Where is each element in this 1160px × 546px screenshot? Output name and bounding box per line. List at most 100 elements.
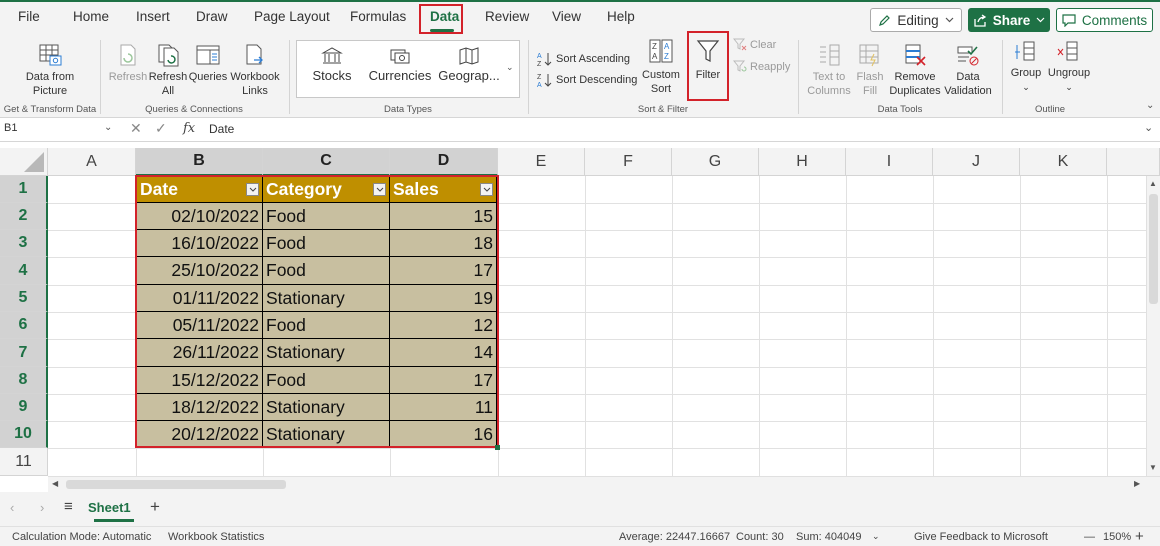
sheet-tab-sheet1[interactable]: Sheet1 — [88, 500, 131, 515]
row-header-8[interactable]: 8 — [0, 367, 48, 394]
row-header-3[interactable]: 3 — [0, 230, 48, 257]
tab-page-layout[interactable]: Page Layout — [254, 9, 330, 24]
table-header-date[interactable]: Date — [137, 176, 263, 203]
remove-duplicates-button[interactable]: Remove Duplicates — [888, 42, 942, 98]
text-to-columns-button[interactable]: Text to Columns — [806, 42, 852, 98]
reapply-button[interactable]: Reapply — [733, 60, 790, 73]
worksheet-grid[interactable]: A B C D E F G H I J K 1 2 3 4 5 6 7 8 9 … — [0, 148, 1160, 476]
table-cell-sales[interactable]: 18 — [390, 230, 497, 257]
column-header-k[interactable]: K — [1020, 148, 1107, 176]
column-header-e[interactable]: E — [498, 148, 585, 176]
row-header-6[interactable]: 6 — [0, 312, 48, 339]
table-cell-sales[interactable]: 11 — [390, 394, 497, 421]
table-cell-date[interactable]: 18/12/2022 — [137, 394, 263, 421]
comments-button[interactable]: Comments — [1056, 8, 1153, 32]
tab-draw[interactable]: Draw — [196, 9, 228, 24]
table-cell-category[interactable]: Food — [263, 257, 390, 285]
column-header-i[interactable]: I — [846, 148, 933, 176]
formula-input[interactable]: Date — [209, 122, 234, 136]
tab-insert[interactable]: Insert — [136, 9, 170, 24]
row-header-1[interactable]: 1 — [0, 176, 48, 203]
ungroup-button[interactable]: Ungroup ⌄ — [1046, 40, 1092, 94]
data-validation-button[interactable]: Data Validation — [942, 42, 994, 98]
workbook-statistics[interactable]: Workbook Statistics — [168, 531, 264, 543]
currencies-button[interactable]: Currencies — [368, 46, 432, 84]
table-cell-category[interactable]: Stationary — [263, 421, 390, 448]
table-cell-sales[interactable]: 12 — [390, 312, 497, 339]
next-sheet-icon[interactable]: › — [40, 500, 44, 515]
table-cell-date[interactable]: 16/10/2022 — [137, 230, 263, 257]
group-button[interactable]: Group ⌄ — [1008, 40, 1044, 94]
filter-dropdown-icon[interactable] — [480, 183, 493, 196]
table-cell-sales[interactable]: 15 — [390, 203, 497, 230]
zoom-out-icon[interactable]: — — [1084, 531, 1095, 543]
tab-formulas[interactable]: Formulas — [350, 9, 406, 24]
name-box[interactable]: B1 — [4, 122, 17, 134]
table-cell-sales[interactable]: 16 — [390, 421, 497, 448]
column-header-d[interactable]: D — [390, 148, 498, 176]
table-cell-sales[interactable]: 17 — [390, 367, 497, 394]
sort-descending-button[interactable]: ZA Sort Descending — [537, 72, 637, 88]
tab-review[interactable]: Review — [485, 9, 529, 24]
calculation-mode[interactable]: Calculation Mode: Automatic — [12, 531, 151, 543]
tab-view[interactable]: View — [552, 9, 581, 24]
clear-filter-button[interactable]: Clear — [733, 38, 776, 51]
workbook-links-button[interactable]: Workbook Links — [228, 42, 282, 98]
row-header-7[interactable]: 7 — [0, 339, 48, 367]
table-cell-date[interactable]: 05/11/2022 — [137, 312, 263, 339]
fill-handle[interactable] — [495, 445, 500, 450]
table-cell-sales[interactable]: 19 — [390, 285, 497, 312]
row-header-9[interactable]: 9 — [0, 394, 48, 421]
column-header-g[interactable]: G — [672, 148, 759, 176]
flash-fill-button[interactable]: Flash Fill — [854, 42, 886, 98]
table-cell-date[interactable]: 02/10/2022 — [137, 203, 263, 230]
zoom-in-icon[interactable]: + — [1135, 528, 1144, 545]
refresh-all-button[interactable]: Refresh All — [148, 42, 188, 98]
row-header-4[interactable]: 4 — [0, 257, 48, 285]
scroll-up-icon[interactable]: ▲ — [1149, 179, 1157, 188]
all-sheets-menu-icon[interactable]: ≡ — [64, 498, 73, 515]
horizontal-scroll-thumb[interactable] — [66, 480, 286, 489]
filter-dropdown-icon[interactable] — [373, 183, 386, 196]
geography-button[interactable]: Geograp... — [436, 46, 502, 84]
table-cell-date[interactable]: 01/11/2022 — [137, 285, 263, 312]
select-all-corner[interactable] — [0, 148, 48, 176]
table-cell-category[interactable]: Stationary — [263, 339, 390, 367]
zoom-level[interactable]: 150% — [1103, 531, 1131, 543]
table-cell-date[interactable]: 20/12/2022 — [137, 421, 263, 448]
table-header-category[interactable]: Category — [263, 176, 390, 203]
table-cell-date[interactable]: 26/11/2022 — [137, 339, 263, 367]
table-cell-category[interactable]: Stationary — [263, 394, 390, 421]
table-cell-date[interactable]: 15/12/2022 — [137, 367, 263, 394]
chevron-down-icon[interactable]: ⌄ — [104, 122, 112, 133]
table-cell-category[interactable]: Stationary — [263, 285, 390, 312]
row-header-11[interactable]: 11 — [0, 448, 48, 476]
column-header-f[interactable]: F — [585, 148, 672, 176]
add-sheet-icon[interactable]: + — [150, 497, 160, 517]
column-header-h[interactable]: H — [759, 148, 846, 176]
row-header-10[interactable]: 10 — [0, 421, 48, 448]
tab-file[interactable]: File — [18, 9, 40, 24]
share-button[interactable]: Share — [968, 8, 1050, 32]
scroll-left-icon[interactable]: ◀ — [52, 479, 58, 488]
queries-button[interactable]: Queries — [188, 42, 228, 84]
table-cell-sales[interactable]: 17 — [390, 257, 497, 285]
scroll-down-icon[interactable]: ▼ — [1149, 463, 1157, 472]
table-cell-category[interactable]: Food — [263, 367, 390, 394]
table-cell-date[interactable]: 25/10/2022 — [137, 257, 263, 285]
column-header-a[interactable]: A — [48, 148, 136, 176]
column-header-b[interactable]: B — [136, 148, 263, 176]
vertical-scrollbar[interactable]: ▲ ▼ — [1146, 176, 1160, 476]
table-cell-category[interactable]: Food — [263, 203, 390, 230]
ribbon-collapse-icon[interactable]: ⌄ — [1146, 100, 1154, 111]
tab-home[interactable]: Home — [73, 9, 109, 24]
insert-function-icon[interactable]: fx — [183, 121, 195, 136]
column-header-next[interactable] — [1107, 148, 1160, 176]
filter-dropdown-icon[interactable] — [246, 183, 259, 196]
table-header-sales[interactable]: Sales — [390, 176, 497, 203]
data-from-picture-button[interactable]: Data from Picture — [18, 42, 82, 98]
column-header-j[interactable]: J — [933, 148, 1020, 176]
prev-sheet-icon[interactable]: ‹ — [10, 500, 14, 515]
tab-help[interactable]: Help — [607, 9, 635, 24]
table-cell-category[interactable]: Food — [263, 312, 390, 339]
